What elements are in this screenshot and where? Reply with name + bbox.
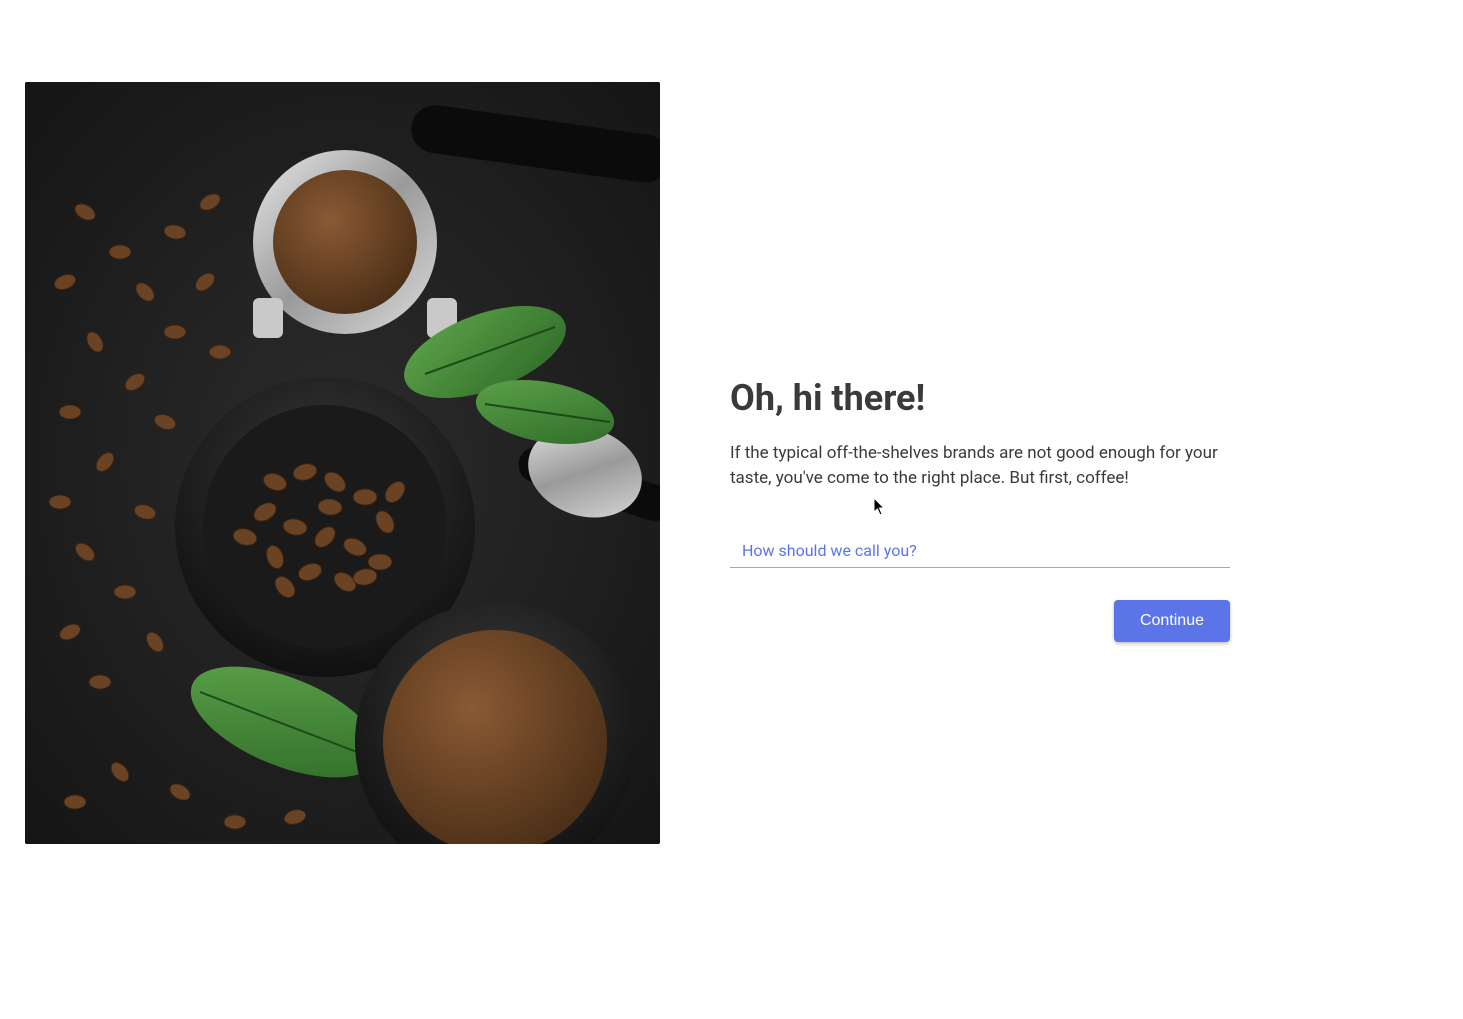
name-input[interactable] bbox=[730, 535, 1230, 568]
name-field: How should we call you? bbox=[730, 535, 1230, 568]
onboarding-layout: Oh, hi there! If the typical off-the-she… bbox=[0, 0, 1463, 1019]
hero-coffee-image bbox=[25, 82, 660, 844]
welcome-form: Oh, hi there! If the typical off-the-she… bbox=[730, 82, 1230, 937]
welcome-heading: Oh, hi there! bbox=[730, 377, 1230, 419]
welcome-subtext: If the typical off-the-shelves brands ar… bbox=[730, 441, 1230, 490]
form-actions: Continue bbox=[730, 600, 1230, 642]
continue-button[interactable]: Continue bbox=[1114, 600, 1230, 642]
